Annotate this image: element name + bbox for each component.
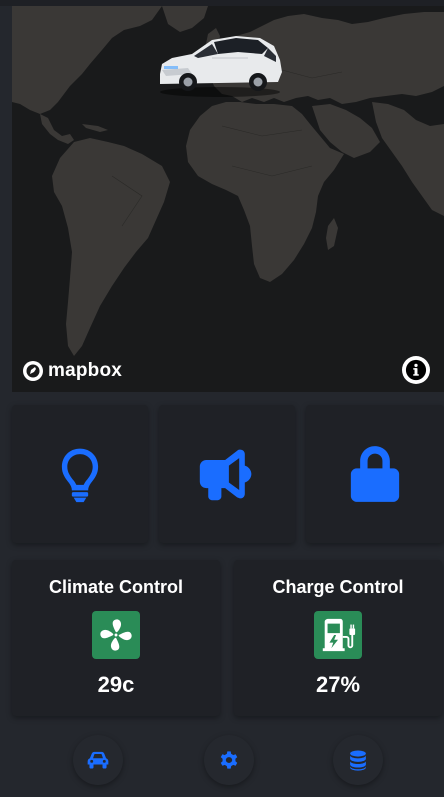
mapbox-wordmark: mapbox [48, 360, 123, 381]
lightbulb-icon [61, 448, 99, 503]
lock-button[interactable] [306, 405, 444, 543]
mapbox-attribution-logo[interactable]: mapbox [22, 360, 122, 382]
lights-button[interactable] [12, 405, 148, 543]
nav-car-button[interactable] [73, 735, 123, 785]
nav-settings-button[interactable] [204, 735, 254, 785]
database-icon [350, 749, 366, 771]
gear-icon [220, 751, 238, 769]
vehicle-marker-car[interactable] [152, 28, 288, 100]
charge-percent-value: 27% [315, 672, 361, 697]
horn-button[interactable] [159, 405, 295, 543]
climate-icon-badge[interactable] [92, 611, 140, 659]
charge-icon-badge[interactable] [314, 611, 362, 659]
nav-database-button[interactable] [333, 735, 383, 785]
charging-station-icon [322, 618, 356, 652]
mapbox-logo-icon [23, 361, 43, 381]
map-info-button[interactable] [402, 356, 430, 384]
climate-temperature-value: 29c [97, 672, 135, 697]
car-icon [87, 751, 109, 769]
map-view[interactable]: mapbox [12, 6, 444, 392]
charge-control-card[interactable]: Charge Control 27% [234, 560, 442, 716]
megaphone-icon [199, 449, 252, 501]
info-icon [405, 359, 427, 381]
lock-icon [350, 446, 400, 502]
fan-icon [100, 619, 132, 651]
climate-control-title: Climate Control [48, 577, 183, 597]
climate-control-card[interactable]: Climate Control 29c [12, 560, 220, 716]
charge-control-title: Charge Control [272, 577, 404, 597]
